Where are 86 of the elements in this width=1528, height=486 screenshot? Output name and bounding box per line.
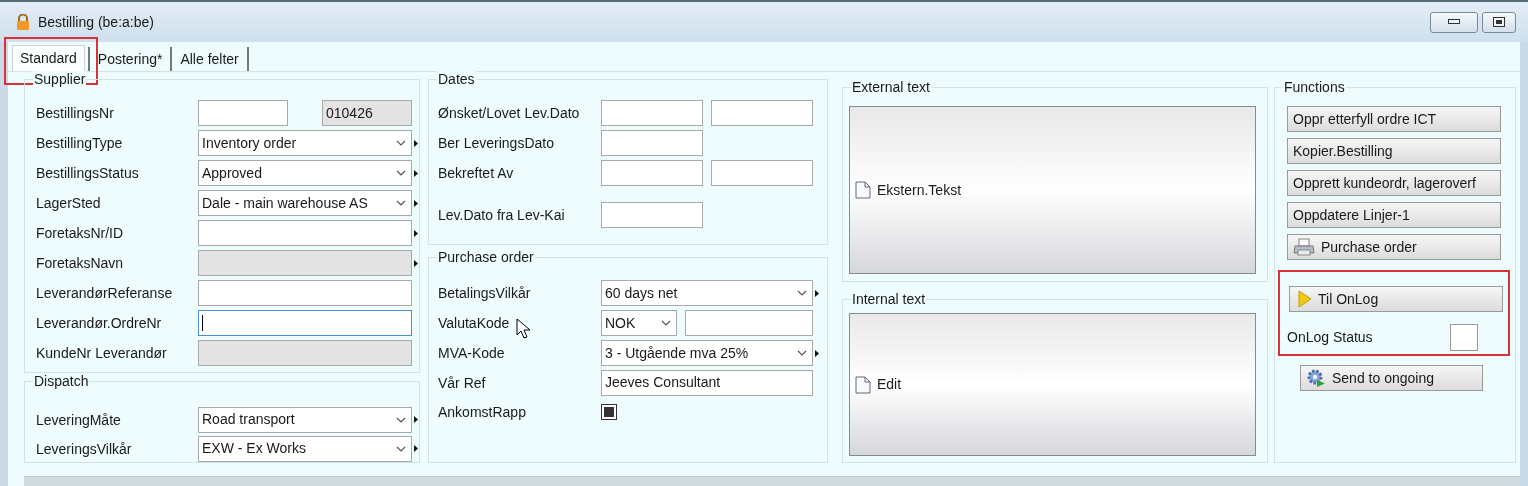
function-button[interactable]: Send to ongoing bbox=[1300, 365, 1483, 391]
input-field[interactable]: Jeeves Consultant bbox=[601, 369, 813, 396]
text-editor-button[interactable]: Edit bbox=[849, 313, 1256, 456]
field-label: LeveringMåte bbox=[36, 412, 121, 428]
text-editor-button[interactable]: Ekstern.Tekst bbox=[849, 106, 1256, 274]
dropdown[interactable]: Inventory order bbox=[198, 130, 412, 156]
group-title: Supplier bbox=[33, 71, 87, 87]
input-field[interactable] bbox=[198, 310, 412, 336]
cursor-icon bbox=[516, 318, 532, 340]
input-field[interactable] bbox=[601, 160, 703, 186]
dropdown[interactable]: 60 days net bbox=[601, 280, 813, 306]
tab[interactable]: Postering* bbox=[92, 47, 168, 71]
play-icon bbox=[1298, 290, 1312, 308]
maximize-button[interactable] bbox=[1482, 11, 1516, 33]
field-label: Leverandør.OrdreNr bbox=[36, 315, 162, 331]
input-field[interactable] bbox=[601, 100, 703, 126]
function-button[interactable]: Oppr etterfyll ordre ICT bbox=[1287, 106, 1501, 132]
input-field[interactable] bbox=[685, 310, 813, 336]
function-button[interactable]: Purchase order bbox=[1287, 234, 1501, 260]
field-label: AnkomstRapp bbox=[438, 404, 526, 420]
input-field[interactable] bbox=[198, 280, 412, 306]
function-button[interactable]: Oppdatere Linjer-1 bbox=[1287, 202, 1501, 228]
input-field[interactable] bbox=[198, 340, 412, 366]
dropdown[interactable]: Dale - main warehouse AS bbox=[198, 190, 412, 216]
field-label: BetalingsVilkår bbox=[438, 285, 531, 301]
group-title: Dispatch bbox=[33, 373, 90, 389]
function-button[interactable]: Opprett kundeordr, lageroverf bbox=[1287, 170, 1501, 196]
group-title: Functions bbox=[1283, 79, 1346, 95]
chevron-icon bbox=[396, 200, 406, 206]
chevron-icon bbox=[797, 290, 807, 296]
dropdown[interactable]: NOK bbox=[601, 310, 677, 336]
group-title: Dates bbox=[437, 71, 476, 87]
field-label: BestillingsNr bbox=[36, 105, 114, 121]
lock-icon bbox=[16, 14, 30, 30]
minimize-icon bbox=[1448, 19, 1460, 25]
status-label: OnLog Status bbox=[1287, 328, 1374, 347]
input-field[interactable] bbox=[601, 130, 703, 156]
input-field[interactable] bbox=[198, 100, 288, 126]
input-field[interactable]: 010426 bbox=[322, 100, 412, 126]
gear-icon bbox=[1306, 368, 1326, 388]
window-title: Bestilling (be:a:be) bbox=[38, 12, 154, 32]
document-icon bbox=[855, 375, 871, 394]
tab[interactable]: Standard bbox=[12, 45, 85, 71]
field-label: ValutaKode bbox=[438, 315, 510, 331]
dropdown[interactable]: Approved bbox=[198, 160, 412, 186]
field-label: LeveringsVilkår bbox=[36, 441, 132, 457]
printer-icon bbox=[1293, 238, 1315, 256]
document-icon bbox=[855, 181, 871, 199]
chevron-icon bbox=[797, 350, 807, 356]
input-field[interactable] bbox=[198, 220, 412, 246]
chevron-icon bbox=[396, 170, 406, 176]
field-label: KundeNr Leverandør bbox=[36, 345, 167, 361]
function-button[interactable]: Kopier.Bestilling bbox=[1287, 138, 1501, 164]
chevron-icon bbox=[396, 140, 406, 146]
field-label: BestillingsStatus bbox=[36, 165, 139, 181]
group-title: External text bbox=[851, 79, 931, 95]
chevron-icon bbox=[396, 445, 406, 452]
checkbox[interactable] bbox=[601, 404, 617, 420]
input-field[interactable] bbox=[601, 202, 703, 228]
minimize-button[interactable] bbox=[1430, 11, 1478, 33]
status-box bbox=[1450, 324, 1478, 351]
text-caret bbox=[202, 315, 203, 331]
chevron-icon bbox=[396, 416, 406, 423]
maximize-icon bbox=[1493, 17, 1505, 27]
field-label: ForetaksNavn bbox=[36, 255, 124, 271]
group-title: Purchase order bbox=[437, 249, 535, 265]
input-field[interactable] bbox=[711, 100, 813, 126]
field-label: Lev.Dato fra Lev-Kai bbox=[438, 207, 565, 223]
input-field[interactable] bbox=[198, 250, 412, 276]
input-field[interactable] bbox=[711, 160, 813, 186]
field-label: Vår Ref bbox=[438, 375, 486, 391]
group-title: Internal text bbox=[851, 291, 927, 307]
dropdown[interactable]: EXW - Ex Works bbox=[198, 435, 412, 462]
field-label: Bekreftet Av bbox=[438, 165, 514, 181]
field-label: ForetaksNr/ID bbox=[36, 225, 124, 241]
field-label: Ønsket/Lovet Lev.Dato bbox=[438, 105, 580, 121]
field-label: LeverandørReferanse bbox=[36, 285, 173, 301]
tab[interactable]: Alle felter bbox=[175, 47, 244, 71]
function-button[interactable]: Til OnLog bbox=[1289, 286, 1503, 312]
field-label: BestillingType bbox=[36, 135, 123, 151]
dropdown[interactable]: 3 - Utgående mva 25% bbox=[601, 340, 813, 366]
field-label: MVA-Kode bbox=[438, 345, 505, 361]
field-label: LagerSted bbox=[36, 195, 101, 211]
field-label: Ber LeveringsDato bbox=[438, 135, 554, 151]
dropdown[interactable]: Road transport bbox=[198, 406, 412, 433]
chevron-icon bbox=[661, 320, 671, 326]
